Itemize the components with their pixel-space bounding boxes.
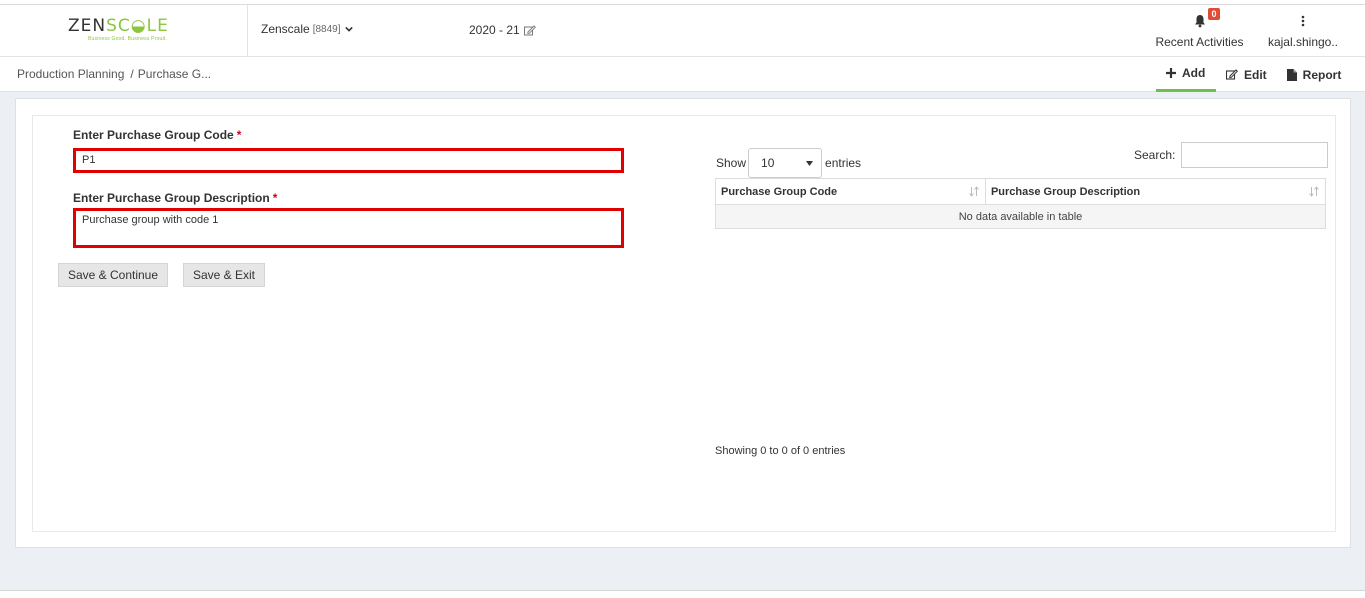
edit-icon[interactable]	[523, 24, 536, 36]
table-search: Search:	[1134, 142, 1329, 168]
table-info: Showing 0 to 0 of 0 entries	[715, 445, 846, 457]
user-menu[interactable]: kajal.shingo..	[1262, 11, 1344, 49]
purchase-group-table: Purchase Group Code Purchase Group Descr…	[715, 178, 1327, 229]
empty-table-message: No data available in table	[715, 204, 1326, 229]
column-header-description[interactable]: Purchase Group Description	[984, 178, 1327, 205]
company-selector[interactable]: Zenscale [8849]	[261, 22, 353, 36]
fiscal-year-label: 2020 - 21	[469, 23, 520, 37]
plus-icon	[1166, 68, 1176, 78]
page-size-select[interactable]: 10	[748, 148, 823, 178]
more-vertical-icon	[1301, 14, 1305, 28]
purchase-group-code-input[interactable]: P1	[73, 148, 624, 173]
user-name: kajal.shingo..	[1267, 35, 1339, 49]
notification-badge: 0	[1208, 8, 1220, 20]
edit-icon	[1226, 69, 1238, 80]
company-code: [8849]	[312, 23, 341, 35]
code-input-value: P1	[82, 154, 96, 166]
zenscale-logo[interactable]: ZENSC◒LE Business Good. Business Proud.	[68, 17, 183, 47]
caret-down-icon	[806, 160, 814, 166]
description-label: Enter Purchase Group Description *	[73, 191, 278, 205]
breadcrumb-page: Purchase G...	[137, 67, 212, 81]
sort-icon	[1309, 186, 1319, 197]
company-name: Zenscale	[261, 22, 310, 36]
breadcrumb: Production Planning / Purchase G...	[17, 67, 212, 81]
search-input[interactable]	[1181, 142, 1329, 168]
bell-icon	[1194, 14, 1206, 28]
column-header-code[interactable]: Purchase Group Code	[715, 178, 986, 205]
header-divider	[247, 5, 248, 57]
recent-activities[interactable]: Recent Activities	[1152, 11, 1247, 49]
save-exit-button[interactable]: Save & Exit	[183, 263, 265, 287]
sort-icon	[969, 186, 979, 197]
page-size-control: Show 10 entries	[716, 148, 861, 178]
edit-button[interactable]: Edit	[1216, 57, 1277, 92]
description-input-value: Purchase group with code 1	[82, 214, 219, 226]
recent-activities-label: Recent Activities	[1155, 35, 1244, 49]
report-button[interactable]: Report	[1277, 57, 1352, 92]
table-row: No data available in table	[715, 204, 1326, 229]
breadcrumb-module[interactable]: Production Planning	[17, 67, 124, 81]
entries-label: entries	[825, 156, 862, 170]
action-tabs: Add Edit Report	[1156, 57, 1351, 92]
add-button[interactable]: Add	[1156, 57, 1216, 92]
main-card: Enter Purchase Group Code * P1 Enter Purc…	[15, 98, 1351, 548]
bottom-border	[0, 590, 1365, 591]
show-label: Show	[716, 156, 747, 170]
form-panel: Enter Purchase Group Code * P1 Enter Purc…	[32, 115, 1336, 532]
app-header: ZENSC◒LE Business Good. Business Proud. …	[0, 5, 1365, 57]
chevron-down-icon	[344, 26, 353, 32]
fiscal-year[interactable]: 2020 - 21	[469, 23, 536, 37]
save-continue-button[interactable]: Save & Continue	[58, 263, 168, 287]
document-icon	[1286, 68, 1297, 81]
sub-header: Production Planning / Purchase G... Add Ed…	[0, 57, 1365, 92]
code-label: Enter Purchase Group Code *	[73, 128, 242, 142]
purchase-group-description-input[interactable]: Purchase group with code 1	[73, 208, 624, 248]
search-label: Search:	[1134, 148, 1176, 162]
